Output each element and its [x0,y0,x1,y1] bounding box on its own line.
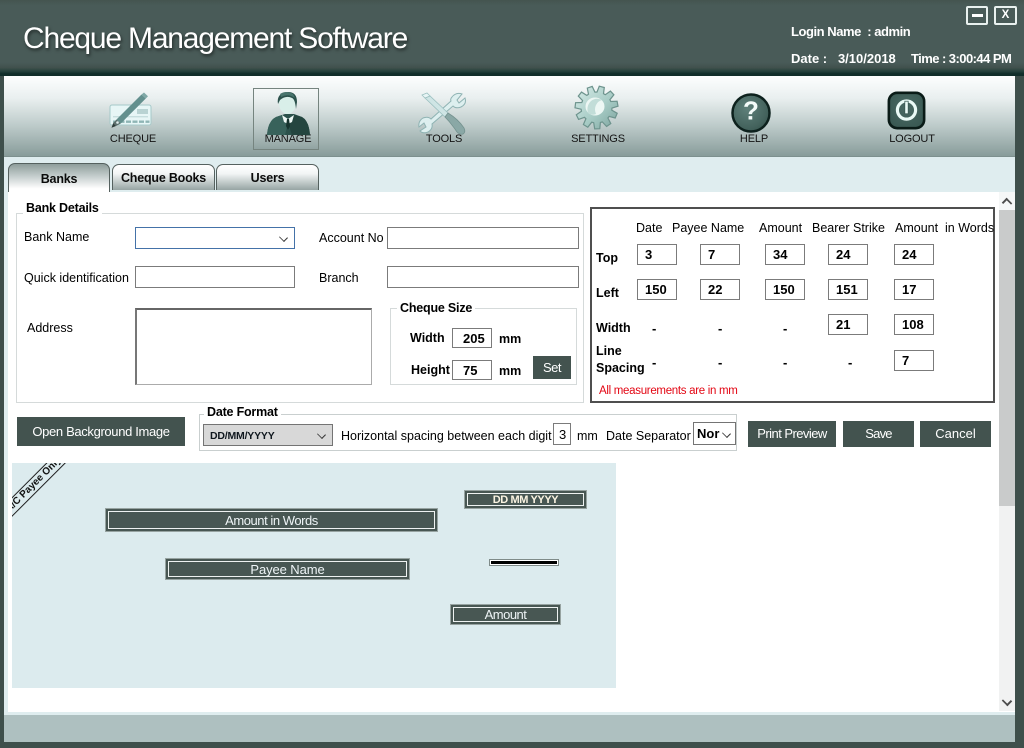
svg-text:?: ? [743,96,759,126]
